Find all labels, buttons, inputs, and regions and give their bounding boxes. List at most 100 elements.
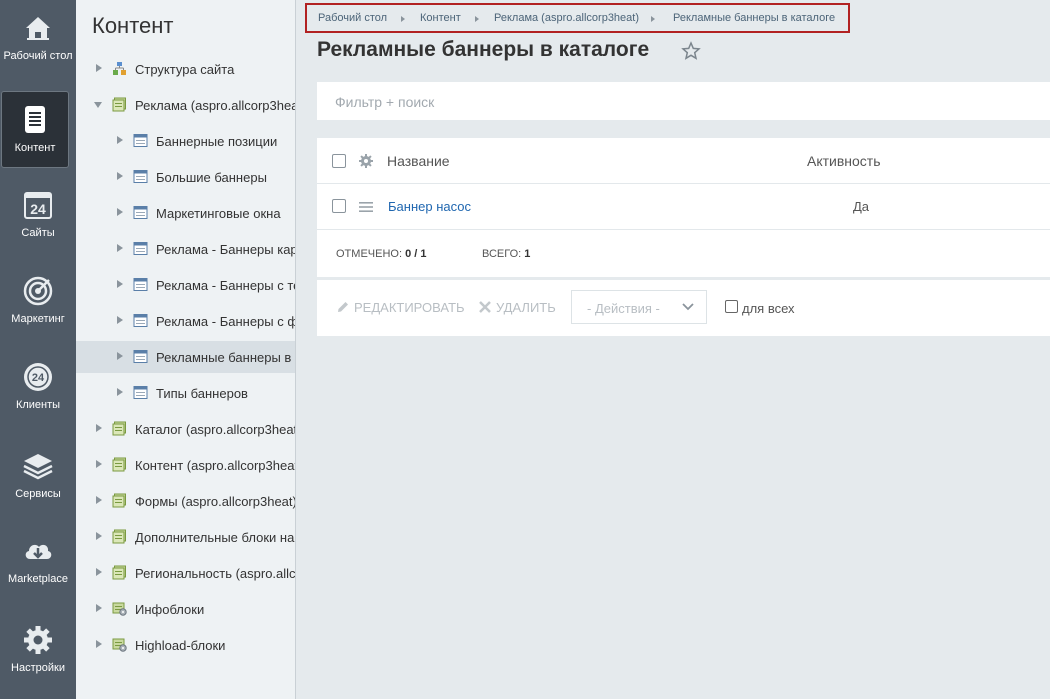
breadcrumb-item-current[interactable]: Рекламные баннеры в каталоге [673,12,835,24]
nav-label: Сервисы [15,488,61,500]
chevron-right-icon[interactable] [117,244,123,252]
tree-item-label: Контент (aspro.allcorp3heat) [135,458,296,473]
tree-item[interactable]: Реклама - Баннеры с текстом [76,269,295,301]
chevron-right-icon[interactable] [96,640,102,648]
total-value: 1 [524,248,531,260]
actions-select-value: - Действия - [587,301,660,316]
actions-select[interactable]: - Действия - [571,290,707,324]
nav-item-marketing[interactable]: Маркетинг [0,275,76,325]
grid-footer: ОТМЕЧЕНО: 0 / 1 ВСЕГО: 1 [317,230,1050,277]
tree-item[interactable]: Типы баннеров [76,377,295,409]
chevron-right-icon[interactable] [96,568,102,576]
tree-item[interactable]: Рекламные баннеры в каталоге [76,341,295,373]
star-icon[interactable] [681,41,701,61]
gear-icon [24,626,52,654]
tree-item-label: Баннерные позиции [156,134,278,149]
breadcrumb: Рабочий стол Контент Реклама (aspro.allc… [305,3,850,33]
iblock-type-icon [112,493,126,508]
breadcrumb-item-desktop[interactable]: Рабочий стол [318,12,387,24]
row-name-link[interactable]: Баннер насос [388,199,471,214]
iblock-icon [133,314,148,327]
tree-item[interactable]: Реклама (aspro.allcorp3heat) [76,89,296,121]
filter-search[interactable]: Фильтр + поиск [317,82,1050,120]
tree-item[interactable]: Реклама - Баннеры карточки [76,233,295,265]
chevron-right-icon[interactable] [117,172,123,180]
tree-item[interactable]: Маркетинговые окна [76,197,295,229]
chevron-right-icon[interactable] [117,280,123,288]
tree-item[interactable]: Региональность (aspro.allcorp3heat) [76,557,296,589]
selected-value: 0 / 1 [405,248,427,260]
pencil-icon [338,302,348,312]
nav-item-sites[interactable]: 24 Сайты [0,189,76,239]
iblock-icon [133,134,148,147]
nav-item-clients[interactable]: 24 Клиенты [0,361,76,411]
row-menu-icon[interactable] [359,201,373,213]
iblock-icon [133,386,148,399]
content-sidebar: Контент Структура сайта Реклама (aspro.al… [76,0,296,699]
iblock-type-icon [112,529,126,544]
chevron-right-icon[interactable] [96,460,102,468]
tree-item-label: Реклама (aspro.allcorp3heat) [135,98,296,113]
nav-label: Клиенты [15,399,61,411]
tree-item[interactable]: Большие баннеры [76,161,295,193]
tree-item[interactable]: Highload-блоки [76,629,295,661]
iblock-type-icon [112,457,126,472]
chevron-right-icon[interactable] [96,496,102,504]
chevron-right-icon[interactable] [117,316,123,324]
home-icon [26,17,50,40]
edit-label: Редактировать [354,300,465,315]
chevron-right-icon[interactable] [96,64,102,72]
clients-24-icon: 24 [24,363,52,391]
nav-item-marketplace[interactable]: Marketplace [0,535,76,585]
tree-item-label: Региональность (aspro.allcorp3heat) [135,566,296,581]
selected-label: ОТМЕЧЕНО: [336,248,402,260]
row-checkbox[interactable] [332,199,346,213]
tree-item[interactable]: Структура сайта [76,53,295,85]
breadcrumb-item-content[interactable]: Контент [420,12,461,24]
row-active-value: Да [853,199,870,214]
close-icon [479,301,491,313]
nav-item-services[interactable]: Сервисы [0,450,76,500]
chevron-right-icon[interactable] [117,352,123,360]
nav-item-content[interactable]: Контент [1,91,69,168]
iblock-icon [133,242,148,255]
nav-item-desktop[interactable]: Рабочий стол [0,12,76,62]
filter-placeholder: Фильтр + поиск [335,94,435,110]
calendar-24-icon: 24 [24,192,52,219]
tree-item-label: Дополнительные блоки на сайте [135,530,295,545]
tree-item[interactable]: Инфоблоки [76,593,295,625]
chevron-right-icon[interactable] [96,604,102,612]
grid-settings-icon[interactable] [358,153,374,169]
delete-button[interactable]: Удалить [478,300,556,315]
tree-item[interactable]: Реклама - Баннеры с фоном [76,305,295,337]
tree-item[interactable]: Формы (aspro.allcorp3heat) [76,485,295,517]
select-all-checkbox[interactable] [332,154,346,168]
tree-item[interactable]: Дополнительные блоки на сайте [76,521,295,553]
iblock-icon [133,350,148,363]
tree-item[interactable]: Каталог (aspro.allcorp3heat) [76,413,295,445]
tree-item[interactable]: Контент (aspro.allcorp3heat) [76,449,296,481]
nav-label: Сайты [21,227,55,239]
table-row[interactable]: Баннер насос Да [317,184,1050,230]
iblock-icon [133,170,148,183]
for-all-checkbox[interactable] [725,300,738,313]
breadcrumb-item-ads[interactable]: Реклама (aspro.allcorp3heat) [494,12,639,24]
total-counter: ВСЕГО: 1 [482,248,530,260]
chevron-right-icon[interactable] [117,136,123,144]
chevron-right-icon[interactable] [96,532,102,540]
chevron-down-icon[interactable] [94,102,102,108]
iblock-type-icon [112,421,126,436]
grid-header: Название Активность [317,138,1050,184]
chevron-right-icon[interactable] [117,388,123,396]
column-header-active[interactable]: Активность [807,153,881,169]
selected-counter: ОТМЕЧЕНО: 0 / 1 [336,248,426,260]
column-header-name[interactable]: Название [387,153,450,169]
tree-item[interactable]: Баннерные позиции [76,125,295,157]
nav-item-settings[interactable]: Настройки [0,624,76,674]
tree-item-label: Маркетинговые окна [156,206,281,221]
nav-label: Контент [14,142,56,154]
iblock-icon [133,278,148,291]
chevron-right-icon[interactable] [117,208,123,216]
chevron-right-icon[interactable] [96,424,102,432]
edit-button[interactable]: Редактировать [336,300,465,315]
